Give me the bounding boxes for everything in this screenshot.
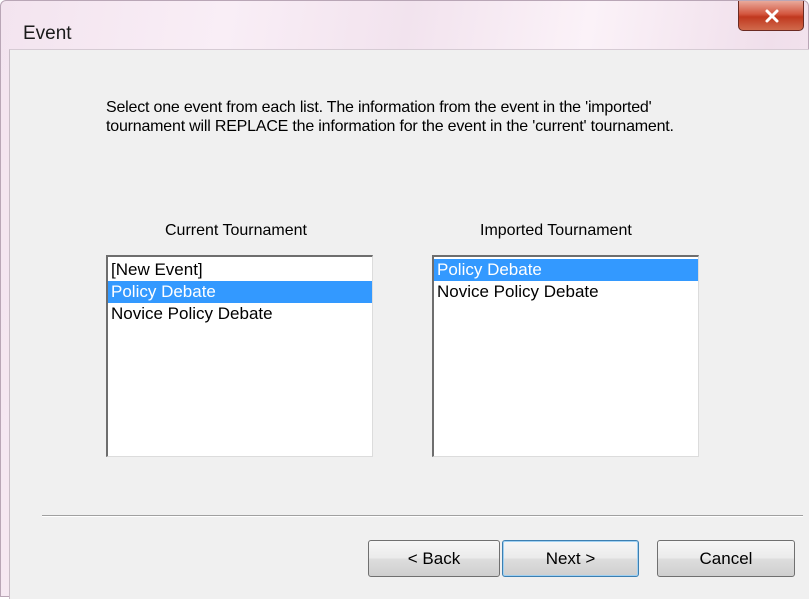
close-button[interactable] bbox=[738, 1, 804, 31]
current-tournament-listbox[interactable]: [New Event] Policy Debate Novice Policy … bbox=[106, 255, 373, 457]
current-tournament-label: Current Tournament bbox=[165, 222, 307, 239]
imported-tournament-listbox[interactable]: Policy Debate Novice Policy Debate bbox=[432, 255, 699, 457]
instructions-text: Select one event from each list. The inf… bbox=[106, 99, 674, 135]
title-bar[interactable]: Event bbox=[1, 1, 808, 49]
cancel-button[interactable]: Cancel bbox=[657, 540, 795, 577]
separator-line bbox=[42, 515, 803, 517]
event-dialog: Event Select one event from each list. T… bbox=[0, 0, 809, 599]
current-list-item[interactable]: Novice Policy Debate bbox=[108, 303, 372, 325]
back-button[interactable]: < Back bbox=[368, 540, 500, 577]
current-list-item-selected[interactable]: Policy Debate bbox=[108, 281, 372, 303]
dialog-body: Select one event from each list. The inf… bbox=[9, 49, 809, 599]
current-list-item[interactable]: [New Event] bbox=[108, 259, 372, 281]
close-icon bbox=[765, 9, 779, 23]
imported-list-item-selected[interactable]: Policy Debate bbox=[434, 259, 698, 281]
next-button[interactable]: Next > bbox=[502, 540, 639, 577]
window-title: Event bbox=[23, 23, 72, 44]
imported-list-item[interactable]: Novice Policy Debate bbox=[434, 281, 698, 303]
imported-tournament-label: Imported Tournament bbox=[480, 222, 632, 239]
